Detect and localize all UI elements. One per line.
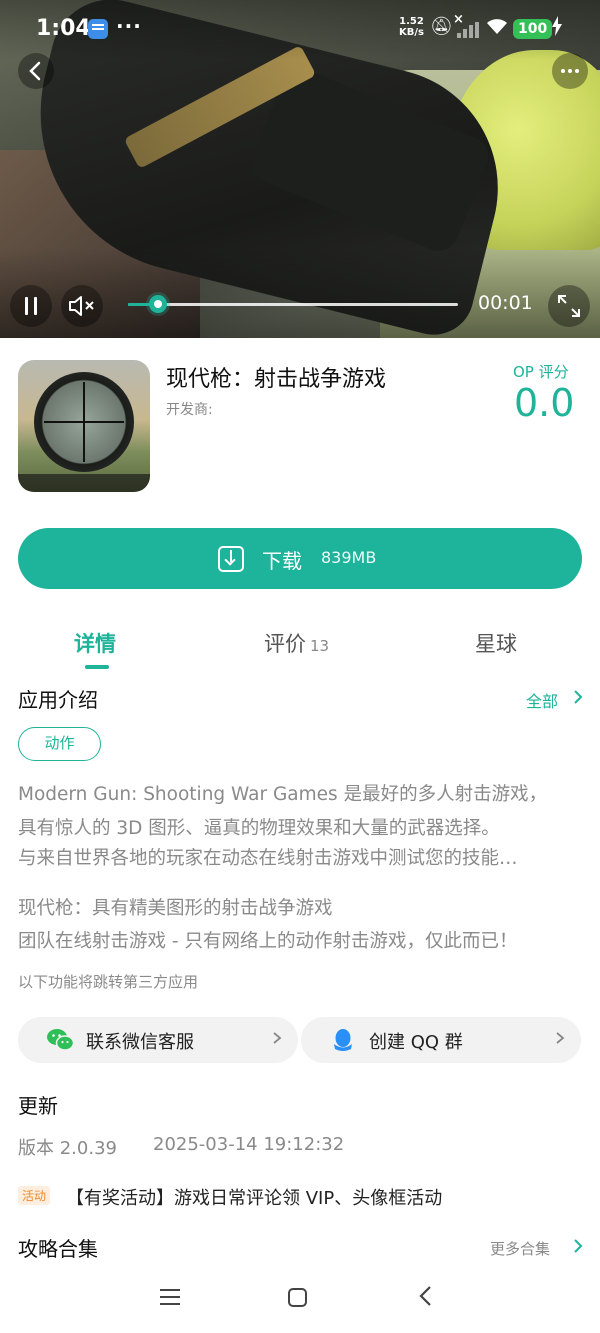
back-button[interactable] xyxy=(18,53,54,89)
chevron-right-icon xyxy=(572,1235,584,1262)
video-progress-handle[interactable] xyxy=(149,295,167,313)
home-button[interactable] xyxy=(288,1288,307,1307)
wechat-icon xyxy=(47,1029,74,1051)
pause-icon-bar xyxy=(34,297,37,315)
description-line: 现代枪：具有精美图形的射击战争游戏 xyxy=(18,898,333,919)
notification-app-icon xyxy=(88,19,108,39)
intro-title: 应用介绍 xyxy=(18,688,98,712)
genre-tag[interactable]: 动作 xyxy=(18,727,101,761)
see-all-link[interactable]: 全部 xyxy=(526,688,558,712)
video-player[interactable]: 1:04 ··· 1.52 KB/s 🔕︎ × 100 00:01 xyxy=(0,0,600,338)
description-line: 与来自世界各地的玩家在动态在线射击游戏中测试您的技能… xyxy=(18,848,518,869)
hud-strip xyxy=(18,474,150,492)
pause-button[interactable] xyxy=(10,285,52,327)
promo-badge: 活动 xyxy=(18,1186,51,1205)
qq-group-button[interactable]: 创建 QQ 群 xyxy=(301,1017,581,1063)
update-title: 更新 xyxy=(18,1094,58,1118)
chevron-right-icon xyxy=(272,1026,282,1055)
battery-icon: 100 xyxy=(513,19,553,39)
system-nav-bar xyxy=(0,1275,600,1333)
recent-apps-button[interactable] xyxy=(160,1289,180,1305)
tab-count: 13 xyxy=(310,637,330,655)
version-text: 版本 2.0.39 xyxy=(18,1138,117,1159)
app-icon xyxy=(18,360,150,492)
more-collections-link[interactable]: 更多合集 xyxy=(490,1238,550,1259)
tab-label: 详情 xyxy=(74,632,116,656)
third-party-note: 以下功能将跳转第三方应用 xyxy=(18,973,199,991)
more-horizontal-icon xyxy=(561,69,579,73)
status-bar: 1:04 ··· 1.52 KB/s 🔕︎ × 100 xyxy=(0,0,600,58)
score-label: OP 评分 xyxy=(513,363,569,381)
crosshair-vertical xyxy=(83,382,85,462)
wifi-icon xyxy=(486,18,508,41)
chevron-right-icon xyxy=(572,686,584,713)
wechat-service-button[interactable]: 联系微信客服 xyxy=(18,1017,298,1063)
network-speed: 1.52 KB/s xyxy=(399,16,424,38)
mute-button[interactable] xyxy=(61,285,103,327)
description-line: Modern Gun: Shooting War Games 是最好的多人射击游… xyxy=(18,784,548,805)
update-date: 2025-03-14 19:12:32 xyxy=(153,1134,345,1155)
tab-label: 评价 xyxy=(264,632,306,656)
developer-label: 开发商: xyxy=(166,402,213,418)
more-button[interactable] xyxy=(552,53,588,89)
tab-label: 星球 xyxy=(475,632,517,656)
description-line: 具有惊人的 3D 图形、逼真的物理效果和大量的武器选择。 xyxy=(18,818,500,839)
status-more-dots: ··· xyxy=(116,14,142,38)
fullscreen-icon xyxy=(558,295,580,317)
qq-group-label: 创建 QQ 群 xyxy=(369,1032,463,1053)
description-line: 团队在线射击游戏 - 只有网络上的动作射击游戏，仅此而已！ xyxy=(18,931,518,952)
score-value: 0.0 xyxy=(514,381,575,425)
video-time: 00:01 xyxy=(478,292,533,314)
charging-icon xyxy=(552,16,562,40)
wechat-service-label: 联系微信客服 xyxy=(86,1032,194,1053)
tab-active-indicator xyxy=(85,665,109,669)
download-label: 下载 xyxy=(262,549,302,573)
qq-icon xyxy=(334,1029,352,1051)
bell-muted-icon: 🔕︎ xyxy=(430,16,453,37)
system-back-button[interactable] xyxy=(416,1281,436,1318)
back-arrow-icon xyxy=(419,1286,431,1306)
tab-planet[interactable]: 星球 xyxy=(475,628,517,658)
guides-title: 攻略合集 xyxy=(18,1237,98,1261)
download-button[interactable]: 下载 839MB xyxy=(18,528,582,589)
promo-link[interactable]: 【有奖活动】游戏日常评论领 VIP、头像框活动 xyxy=(66,1184,442,1210)
pause-icon xyxy=(25,297,28,315)
fullscreen-button[interactable] xyxy=(548,285,590,327)
download-icon xyxy=(218,546,244,572)
chevron-left-icon xyxy=(29,61,41,81)
network-speed-value: 1.52 xyxy=(399,16,424,27)
tab-reviews[interactable]: 评价 13 xyxy=(264,628,329,658)
app-title: 现代枪：射击战争游戏 xyxy=(166,367,387,392)
chevron-right-icon xyxy=(555,1026,565,1055)
status-time: 1:04 xyxy=(36,16,91,41)
signal-icon xyxy=(457,22,479,38)
download-size: 839MB xyxy=(321,548,377,567)
tab-details[interactable]: 详情 xyxy=(74,628,116,658)
video-progress-bar[interactable] xyxy=(128,295,458,313)
network-speed-unit: KB/s xyxy=(399,27,424,38)
volume-mute-icon xyxy=(69,296,94,316)
